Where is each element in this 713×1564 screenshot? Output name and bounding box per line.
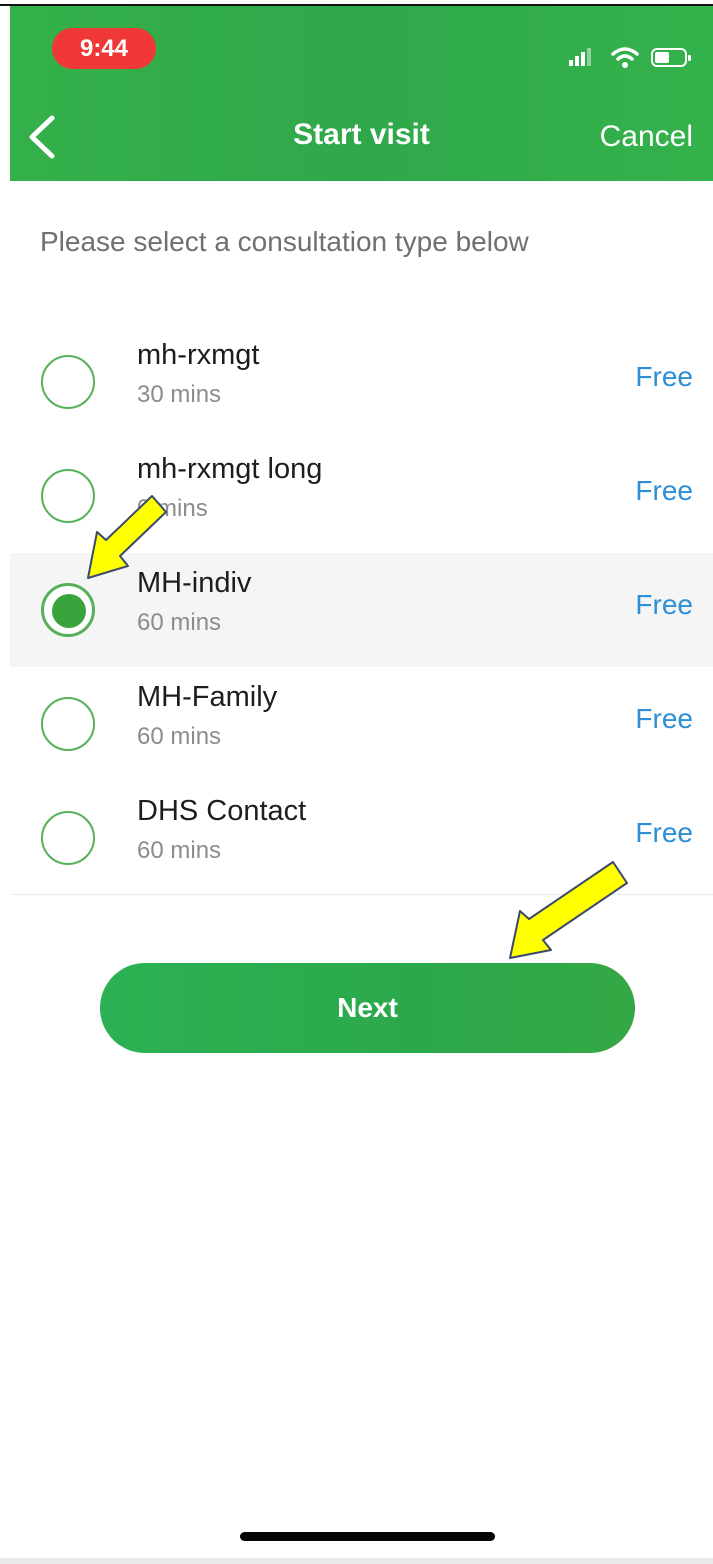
option-name: MH-Family [137,681,278,713]
battery-icon [651,48,691,67]
radio-button[interactable] [41,811,95,865]
option-duration: 30 mins [137,381,222,408]
option-price: Free [635,475,693,506]
radio-dot [52,594,86,628]
radio-button[interactable] [41,697,95,751]
option-price: Free [635,817,693,848]
option-duration: 60 mins [137,837,222,864]
option-price: Free [635,589,693,620]
nav-header: 9:44 Start visit Cancel [10,6,713,181]
option-mh-rxmgt[interactable]: mh-rxmgt 30 mins Free [10,325,713,439]
option-name: mh-rxmgt [137,339,260,371]
option-duration: 0 mins [137,495,208,522]
radio-button[interactable] [41,355,95,409]
list-divider [10,894,713,895]
phone-screen: 9:44 Start visit Cancel Please select a … [10,6,713,1558]
cancel-button[interactable]: Cancel [600,120,693,154]
option-mh-indiv[interactable]: MH-indiv 60 mins Free [10,553,713,667]
status-icons [567,44,697,68]
bottom-band [0,1558,713,1564]
option-mh-rxmgt-long[interactable]: mh-rxmgt long 0 mins Free [10,439,713,553]
option-duration: 60 mins [137,723,222,750]
option-name: MH-indiv [137,567,252,599]
option-dhs-contact[interactable]: DHS Contact 60 mins Free [10,781,713,895]
consultation-prompt: Please select a consultation type below [40,226,529,257]
status-time: 9:44 [52,28,156,69]
option-price: Free [635,703,693,734]
signal-icon [569,48,591,66]
option-price: Free [635,361,693,392]
option-mh-family[interactable]: MH-Family 60 mins Free [10,667,713,781]
radio-button-selected[interactable] [41,583,95,637]
option-name: mh-rxmgt long [137,453,323,485]
option-name: DHS Contact [137,795,307,827]
radio-button[interactable] [41,469,95,523]
option-duration: 60 mins [137,609,222,636]
home-indicator [240,1532,495,1541]
wifi-icon [611,47,639,68]
next-button[interactable]: Next [100,963,635,1053]
